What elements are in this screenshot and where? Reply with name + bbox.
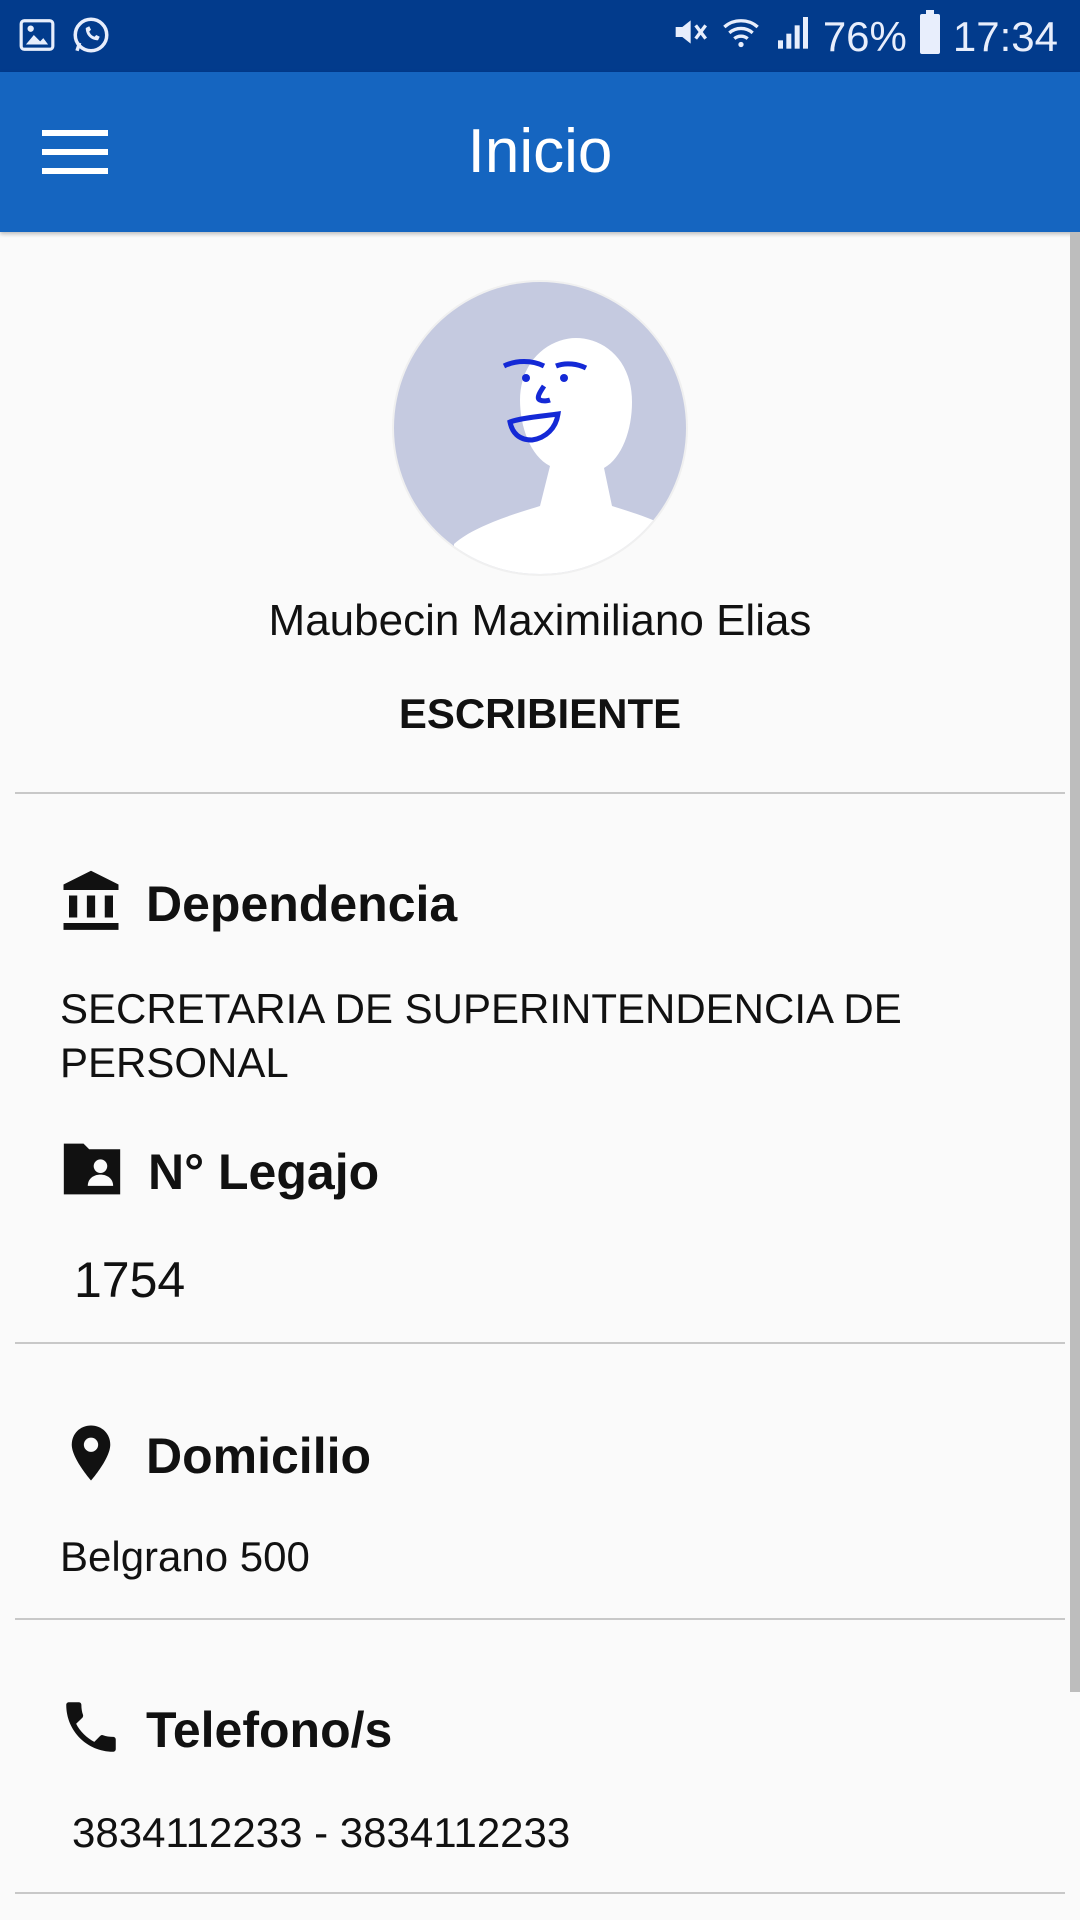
hamburger-menu-icon[interactable] — [38, 122, 112, 182]
avatar — [394, 282, 686, 574]
divider — [15, 792, 1065, 794]
mute-icon — [669, 12, 709, 62]
wifi-icon — [719, 12, 763, 62]
section-domicilio-label: Domicilio — [146, 1427, 372, 1484]
status-bar: 76% 17:34 — [0, 0, 1080, 72]
status-left — [18, 14, 112, 61]
folder-account-icon — [58, 1138, 126, 1205]
app-bar: Inicio — [0, 72, 1080, 232]
section-legajo-value: 1754 — [74, 1252, 186, 1308]
divider — [15, 1618, 1065, 1620]
profile-role: ESCRIBIENTE — [398, 690, 682, 737]
section-legajo-header: N° Legajo — [58, 1138, 379, 1205]
status-right: 76% 17:34 — [669, 10, 1058, 64]
battery-icon — [917, 10, 943, 64]
section-domicilio-header: Domicilio — [58, 1418, 371, 1493]
divider — [15, 1892, 1065, 1894]
section-domicilio-value: Belgrano 500 — [60, 1533, 310, 1580]
whatsapp-icon — [70, 14, 112, 61]
scrollbar[interactable] — [1070, 232, 1080, 1692]
avatar-silhouette-icon — [454, 338, 686, 574]
profile-name: Maubecin Maximiliano Elias — [268, 596, 812, 645]
section-dependencia-label: Dependencia — [146, 875, 458, 932]
section-dependencia-value: SECRETARIA DE SUPERINTENDENCIA DE PERSON… — [60, 985, 902, 1086]
phone-icon — [58, 1692, 124, 1767]
image-icon — [18, 16, 56, 59]
page-title: Inicio — [467, 117, 613, 186]
map-marker-icon — [58, 1418, 124, 1493]
clock: 17:34 — [952, 13, 1058, 60]
section-dependencia-header: Dependencia — [58, 866, 457, 941]
divider — [15, 1342, 1065, 1344]
bank-icon — [58, 866, 124, 941]
signal-icon — [773, 12, 813, 62]
section-telefono-label: Telefono/s — [146, 1701, 393, 1758]
battery-percent: 76% — [822, 13, 907, 60]
section-legajo-label: N° Legajo — [148, 1143, 380, 1200]
section-telefono-value: 3834112233 - 3834112233 — [72, 1809, 571, 1856]
section-telefono-header: Telefono/s — [58, 1692, 392, 1767]
